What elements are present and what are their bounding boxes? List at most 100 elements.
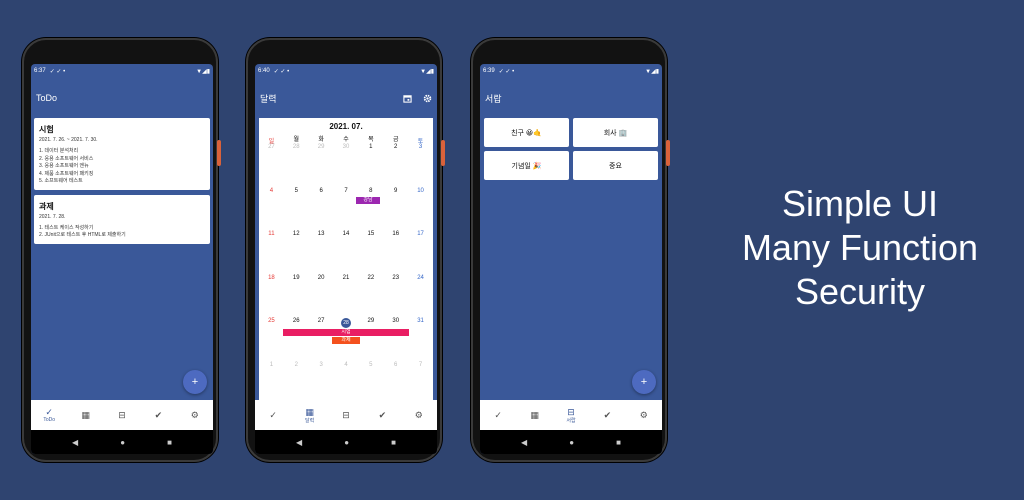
calendar-day[interactable]: 6 [309, 186, 334, 230]
nav-drawer[interactable]: ⊟ 서랍 [556, 407, 586, 424]
calendar-day[interactable]: 29 [358, 316, 383, 360]
status-bar: 6:39 ✓ ✓ • ▼◢▮ [480, 64, 662, 78]
add-button[interactable]: + [632, 370, 656, 394]
recents-icon[interactable]: ■ [167, 438, 172, 447]
nav-done[interactable]: ✔ [367, 410, 397, 420]
calendar-day[interactable]: 1 [358, 142, 383, 186]
back-icon[interactable]: ◀ [72, 438, 78, 447]
calendar-day[interactable]: 29 [309, 142, 334, 186]
calendar-day[interactable]: 19 [284, 273, 309, 317]
calendar-day[interactable]: 5 [358, 360, 383, 404]
calendar-event[interactable]: 강남 [356, 196, 380, 204]
calendar-day[interactable]: 13 [309, 229, 334, 273]
app-bar: 달력 [255, 78, 437, 118]
todo-item: 2. JUnit으로 테스트 후 HTML로 제출하기 [39, 232, 126, 238]
nav-todo[interactable]: ✓ [483, 410, 513, 420]
nav-done[interactable]: ✔ [143, 410, 173, 420]
calendar-day[interactable]: 27 [309, 316, 334, 360]
calendar-day[interactable]: 14 [334, 229, 359, 273]
app-bar: ToDo [31, 78, 213, 118]
nav-calendar[interactable]: ▦ [520, 410, 550, 420]
calendar-day[interactable]: 23 [383, 273, 408, 317]
folder-button[interactable]: 회사 🏢 [573, 118, 658, 147]
calendar-day[interactable]: 21 [334, 273, 359, 317]
calendar-day[interactable]: 16 [383, 229, 408, 273]
todo-card[interactable]: 과제 2021. 7. 28. 1. 테스트 케이스 작성하기 2. JUnit… [34, 194, 210, 244]
nav-settings[interactable]: ⚙ [180, 410, 210, 420]
drawer-icon: ⊟ [118, 410, 126, 420]
calendar-day[interactable]: 9 [383, 186, 408, 230]
drawer-screen: 6:39 ✓ ✓ • ▼◢▮ 서랍 친구 😀🤙 회사 🏢 기념일 🎉 중요 + ✓… [480, 64, 662, 454]
todo-title: 시험 [39, 125, 54, 134]
recents-icon[interactable]: ■ [616, 438, 621, 447]
calendar-day[interactable]: 10 [408, 186, 433, 230]
calendar-month: 2021. 07. [329, 122, 363, 131]
folder-button[interactable]: 기념일 🎉 [484, 151, 569, 180]
nav-todo[interactable]: ✓ [258, 410, 288, 420]
calendar-day[interactable]: 11 [259, 229, 284, 273]
calendar-day[interactable]: 1 [259, 360, 284, 404]
app-bar: 서랍 [480, 78, 662, 118]
nav-todo[interactable]: ✓ ToDo [34, 407, 64, 423]
nav-label: ToDo [43, 417, 56, 423]
calendar-day[interactable]: 3 [408, 142, 433, 186]
recents-icon[interactable]: ■ [391, 438, 396, 447]
calendar-day[interactable]: 27 [259, 142, 284, 186]
todo-item: 4. 제품 소프트웨어 패키징 [39, 170, 94, 177]
calendar-day[interactable]: 30 [383, 316, 408, 360]
home-icon[interactable]: ● [569, 438, 574, 447]
calendar-day[interactable]: 28 [284, 142, 309, 186]
nav-calendar[interactable]: ▦ 달력 [295, 407, 325, 424]
gear-icon[interactable] [422, 93, 432, 103]
calendar-day[interactable]: 7 [408, 360, 433, 404]
nav-settings[interactable]: ⚙ [629, 410, 659, 420]
nav-drawer[interactable]: ⊟ [331, 410, 361, 420]
calendar-day[interactable]: 6 [383, 360, 408, 404]
calendar-day[interactable]: 26 [284, 316, 309, 360]
check-icon: ✓ [494, 410, 502, 420]
nav-drawer[interactable]: ⊟ [107, 410, 137, 420]
folder-button[interactable]: 친구 😀🤙 [484, 118, 569, 147]
calendar-week: 18 19 20 21 22 23 24 [259, 273, 433, 317]
verified-icon: ✔ [154, 410, 163, 420]
home-icon[interactable]: ● [344, 438, 349, 447]
status-time: 6:39 [483, 67, 495, 74]
calendar-day[interactable]: 22 [358, 273, 383, 317]
back-icon[interactable]: ◀ [296, 438, 302, 447]
calendar-day[interactable]: 20 [309, 273, 334, 317]
calendar-day[interactable]: 18 [259, 273, 284, 317]
todo-item: 5. 소프트웨어 테스트 [39, 178, 83, 184]
verified-icon: ✔ [378, 410, 387, 420]
calendar-day[interactable]: 8 [358, 186, 383, 230]
calendar-day[interactable]: 4 [259, 186, 284, 230]
system-nav: ◀ ● ■ [480, 430, 662, 454]
calendar-day[interactable]: 31 [408, 316, 433, 360]
nav-calendar[interactable]: ▦ [71, 410, 101, 420]
calendar-day[interactable]: 2 [284, 360, 309, 404]
calendar-icon: ▦ [305, 406, 314, 417]
nav-done[interactable]: ✔ [592, 410, 622, 420]
calendar-event[interactable]: 시험 [283, 329, 409, 336]
calendar-day[interactable]: 15 [358, 229, 383, 273]
calendar-day[interactable]: 24 [408, 273, 433, 317]
todo-date: 2021. 7. 26. ~ 2021. 7. 30. [39, 137, 98, 143]
calendar-day[interactable]: 25 [259, 316, 284, 360]
todo-card[interactable]: 시험 2021. 7. 26. ~ 2021. 7. 30. 1. 데이터 분석… [34, 118, 210, 190]
add-button[interactable]: + [183, 370, 207, 394]
folder-button[interactable]: 중요 [573, 151, 658, 180]
calendar-day[interactable]: 12 [284, 229, 309, 273]
calendar-day[interactable]: 5 [284, 186, 309, 230]
calendar-day[interactable]: 7 [334, 186, 359, 230]
calendar-event[interactable]: 과제 [332, 337, 360, 344]
bottom-nav: ✓ ▦ ⊟ 서랍 ✔ ⚙ [480, 400, 662, 430]
calendar-day[interactable]: 2 [383, 142, 408, 186]
calendar-day[interactable]: 4 [334, 360, 359, 404]
calendar-day[interactable]: 17 [408, 229, 433, 273]
nav-settings[interactable]: ⚙ [404, 410, 434, 420]
calendar-today-icon[interactable] [402, 93, 412, 103]
back-icon[interactable]: ◀ [521, 438, 527, 447]
calendar-day[interactable]: 30 [334, 142, 359, 186]
home-icon[interactable]: ● [120, 438, 125, 447]
todo-item: 1. 데이터 분석처리 [39, 148, 79, 154]
calendar-day[interactable]: 3 [309, 360, 334, 404]
